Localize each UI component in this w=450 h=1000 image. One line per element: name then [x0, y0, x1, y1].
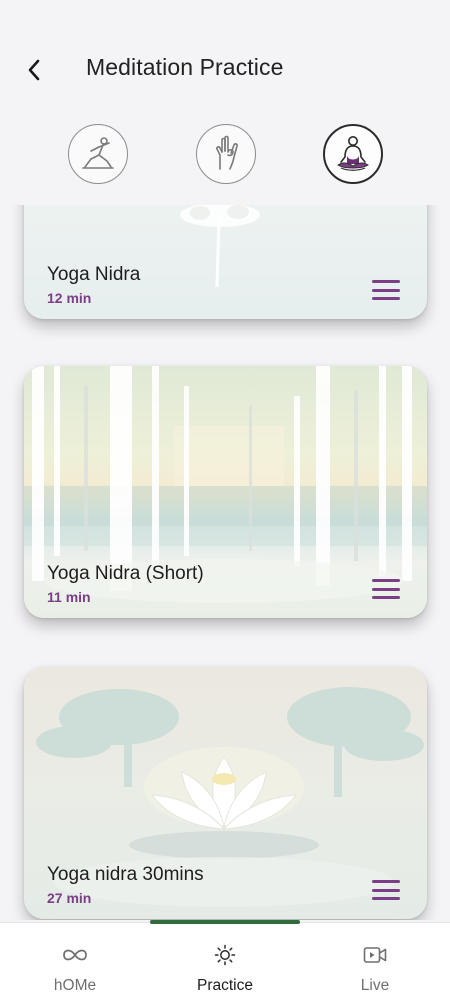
nav-item-practice[interactable]: Practice — [150, 923, 300, 1000]
session-card[interactable]: Yoga Nidra (Short) 11 min — [24, 366, 427, 618]
category-asana[interactable] — [68, 124, 128, 184]
nav-label-live: Live — [360, 977, 390, 994]
chevron-left-icon — [28, 59, 40, 81]
asana-icon — [82, 137, 114, 169]
nav-item-live[interactable]: Live — [300, 923, 450, 1000]
session-duration: 27 min — [47, 890, 92, 906]
scroll-indicator — [150, 920, 300, 924]
back-button[interactable] — [18, 52, 50, 88]
category-meditation[interactable] — [323, 124, 383, 184]
menu-icon[interactable] — [372, 579, 400, 599]
mudra-icon — [216, 135, 238, 170]
nav-item-home[interactable]: hOMe — [0, 923, 150, 1000]
video-icon — [363, 947, 387, 963]
session-title: Yoga Nidra (Short) — [47, 563, 204, 584]
nav-label-home: hOMe — [53, 977, 97, 994]
session-card[interactable]: Yoga Nidra 12 min — [24, 205, 427, 319]
bottom-nav: hOMe Practice Live — [0, 922, 450, 1000]
session-title: Yoga nidra 30mins — [47, 864, 204, 885]
page-title: Meditation Practice — [86, 54, 284, 80]
session-title: Yoga Nidra — [47, 264, 141, 285]
nav-label-practice: Practice — [197, 977, 253, 994]
app-header: Meditation Practice — [0, 0, 450, 205]
session-duration: 12 min — [47, 290, 92, 306]
session-list[interactable]: Yoga Nidra 12 min Yoga Nidra (Short) 11 … — [0, 205, 450, 920]
session-card[interactable]: Yoga nidra 30mins 27 min — [24, 667, 427, 919]
sun-icon — [214, 944, 236, 966]
infinity-icon — [63, 949, 87, 961]
meditation-icon — [337, 136, 369, 171]
menu-icon[interactable] — [372, 280, 400, 300]
menu-icon[interactable] — [372, 880, 400, 900]
category-mudra[interactable] — [196, 124, 256, 184]
session-duration: 11 min — [47, 589, 91, 605]
